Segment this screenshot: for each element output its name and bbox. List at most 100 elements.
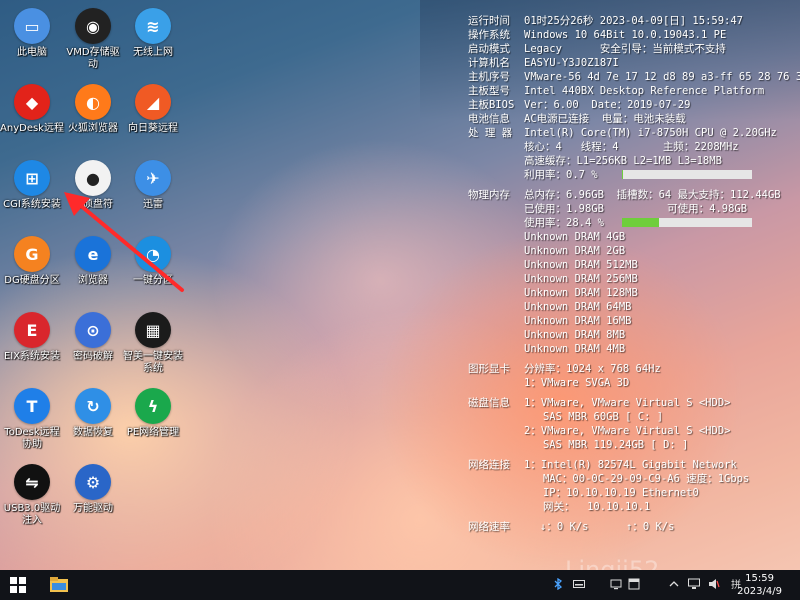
cpu-cores: 核心：4 线程：4 主频：2208MHz — [524, 141, 739, 153]
window-icon[interactable] — [628, 578, 640, 590]
dram-slot: Unknown DRAM 4MB — [524, 343, 626, 355]
display-icon[interactable] — [610, 578, 622, 590]
desktop-icon-firefox[interactable]: ◐ 火狐浏览器 — [61, 84, 125, 135]
bios-value: Ver：6.00 Date：2019-07-29 — [524, 99, 691, 111]
motherboard-value: Intel 440BX Desktop Reference Platform — [524, 85, 765, 97]
dram-slot: Unknown DRAM 2GB — [524, 245, 626, 257]
desktop-icon-computer[interactable]: ▭ 此电脑 — [0, 8, 64, 59]
memory-usage-bar — [622, 218, 752, 227]
desktop-icon-driver-gear[interactable]: ⚙ 万能驱动 — [61, 464, 125, 515]
memory-total: 总内存：6.96GB 插槽数：64 最大支持：112.44GB — [524, 189, 781, 201]
pe-network-icon: ϟ — [135, 388, 171, 424]
chevron-up-icon[interactable] — [668, 578, 680, 590]
desktop-icon-label: VMD存储驱 动 — [66, 47, 120, 70]
desktop-icon-usb[interactable]: ⇋ USB3.0驱动 注入 — [0, 464, 64, 527]
network-tray-icon[interactable] — [688, 578, 700, 590]
desktop-icon-label: 智美一键安装 系统 — [123, 351, 183, 374]
memory-used: 已使用：1.98GB 可使用：4.98GB — [524, 203, 748, 215]
network-gateway: 网关： 10.10.10.1 — [524, 501, 651, 513]
desktop-icon-anydesk[interactable]: ◆ AnyDesk远程 — [0, 84, 64, 135]
boot-key: 启动模式 — [468, 43, 510, 55]
memory-usage-fill — [622, 218, 659, 227]
serial-key: 主机序号 — [468, 71, 510, 83]
taskbar: 拼 15:59 2023/4/9 — [0, 570, 800, 600]
keyboard-icon[interactable] — [573, 578, 585, 590]
upload-speed: ↑：0 K/s — [626, 521, 675, 533]
serial-value: VMware-56 4d 7e 17 12 d8 89 a3-ff 65 28 … — [524, 71, 800, 83]
gpu-resolution: 分辨率：1024 x 768 64Hz — [524, 363, 661, 375]
network-speed-key: 网络速率 — [468, 521, 510, 533]
sunlogin-icon: ◢ — [135, 84, 171, 120]
motherboard-key: 主板型号 — [468, 85, 510, 97]
desktop-icon-password-crack[interactable]: ⊙ 密码破解 — [61, 312, 125, 363]
desktop-icon-windows-install[interactable]: ⊞ CGI系统安装 — [0, 160, 64, 211]
system-info-panel: 运行时间 01时25分26秒 2023-04-09[日] 15:59:47 操作系… — [468, 14, 800, 534]
volume-icon[interactable] — [708, 578, 720, 590]
file-explorer-icon[interactable] — [50, 575, 68, 595]
desktop-icon-label: 火狐浏览器 — [68, 123, 118, 134]
bluetooth-icon[interactable] — [552, 578, 564, 590]
desktop-icon-install-system[interactable]: ▦ 智美一键安装 系统 — [121, 312, 185, 375]
install-system-icon: ▦ — [135, 312, 171, 348]
download-speed: ↓：0 K/s — [540, 521, 589, 533]
desktop-icon-label: ToDesk远程 协助 — [4, 427, 60, 450]
usb-icon: ⇋ — [14, 464, 50, 500]
network-mac: MAC：00-0C-29-09-C9-A6 速度：1Gbps — [524, 473, 750, 485]
gpu-1: 1：VMware SVGA 3D — [524, 377, 630, 389]
memory-usage-text: 使用率：28.4 % — [524, 217, 604, 229]
cpu-usage-fill — [622, 170, 624, 179]
network-ip: IP：10.10.10.19 Ethernet0 — [524, 487, 699, 499]
os-value: Windows 10 64Bit 10.0.19043.1 PE — [524, 29, 727, 41]
desktop-icon-label: CGI系统安装 — [3, 199, 61, 210]
todesk-icon: T — [14, 388, 50, 424]
uptime-key: 运行时间 — [468, 15, 510, 27]
disk-2-info: SAS MBR 119.24GB [ D: ] — [524, 439, 689, 451]
eix-install-icon: E — [14, 312, 50, 348]
dram-slot: Unknown DRAM 64MB — [524, 301, 632, 313]
desktop-icon-label: USB3.0驱动 注入 — [3, 503, 61, 526]
disk-1-name: 1：VMware, VMware Virtual S <HDD> — [524, 397, 731, 409]
cpu-value: Intel(R) Core(TM) i7-8750H CPU @ 2.20GHz — [524, 127, 777, 139]
disk-key: 磁盘信息 — [468, 397, 510, 409]
firefox-icon: ◐ — [75, 84, 111, 120]
dram-list: Unknown DRAM 4GB Unknown DRAM 2GB Unknown … — [468, 230, 800, 356]
dram-slot: Unknown DRAM 16MB — [524, 315, 632, 327]
diskgenius-icon: G — [14, 236, 50, 272]
desktop-icon-pe-network[interactable]: ϟ PE网络管理 — [121, 388, 185, 439]
computer-name-value: EASYU-Y3J0Z187I — [524, 57, 619, 69]
cpu-cache: 高速缓存：L1=256KB L2=1MB L3=18MB — [524, 155, 722, 167]
desktop-icon-todesk[interactable]: T ToDesk远程 协助 — [0, 388, 64, 451]
disk-2-name: 2：VMware, VMware Virtual S <HDD> — [524, 425, 731, 437]
dram-slot: Unknown DRAM 512MB — [524, 259, 638, 271]
desktop-icon-label: AnyDesk远程 — [0, 123, 64, 134]
desktop-icon-vmd-driver[interactable]: ◉ VMD存储驱 动 — [61, 8, 125, 71]
windows-install-icon: ⊞ — [14, 160, 50, 196]
desktop-icon-data-recovery[interactable]: ↻ 数据恢复 — [61, 388, 125, 439]
dram-slot: Unknown DRAM 128MB — [524, 287, 638, 299]
windows-start-icon[interactable] — [10, 577, 26, 593]
desktop-icon-sunlogin[interactable]: ◢ 向日葵远程 — [121, 84, 185, 135]
cpu-usage-bar — [622, 170, 752, 179]
cpu-key: 处 理 器 — [468, 127, 513, 139]
network-adapter: 1：Intel(R) 82574L Gigabit Network — [524, 459, 737, 471]
dram-slot: Unknown DRAM 8MB — [524, 329, 626, 341]
anydesk-icon: ◆ — [14, 84, 50, 120]
data-recovery-icon: ↻ — [75, 388, 111, 424]
taskbar-clock[interactable]: 15:59 2023/4/9 — [737, 572, 782, 598]
disk-1-info: SAS MBR 60GB [ C: ] — [524, 411, 664, 423]
desktop-icon-label: 密码破解 — [73, 351, 113, 362]
os-key: 操作系统 — [468, 29, 510, 41]
boot-value: Legacy 安全引导：当前模式不支持 — [524, 43, 726, 55]
red-arrow-annotation — [64, 192, 184, 292]
desktop-icon-label: EIX系统安装 — [3, 351, 61, 362]
computer-name-key: 计算机名 — [468, 57, 510, 69]
desktop-icon-diskgenius[interactable]: G DG硬盘分区 — [0, 236, 64, 287]
vmd-driver-icon: ◉ — [75, 8, 111, 44]
uptime-value: 01时25分26秒 2023-04-09[日] 15:59:47 — [524, 15, 744, 27]
dram-slot: Unknown DRAM 256MB — [524, 273, 638, 285]
desktop-icon-label: 数据恢复 — [73, 427, 113, 438]
desktop-icon-wifi[interactable]: ≋ 无线上网 — [121, 8, 185, 59]
desktop-icon-eix-install[interactable]: E EIX系统安装 — [0, 312, 64, 363]
bios-key: 主板BIOS — [468, 99, 515, 111]
driver-gear-icon: ⚙ — [75, 464, 111, 500]
